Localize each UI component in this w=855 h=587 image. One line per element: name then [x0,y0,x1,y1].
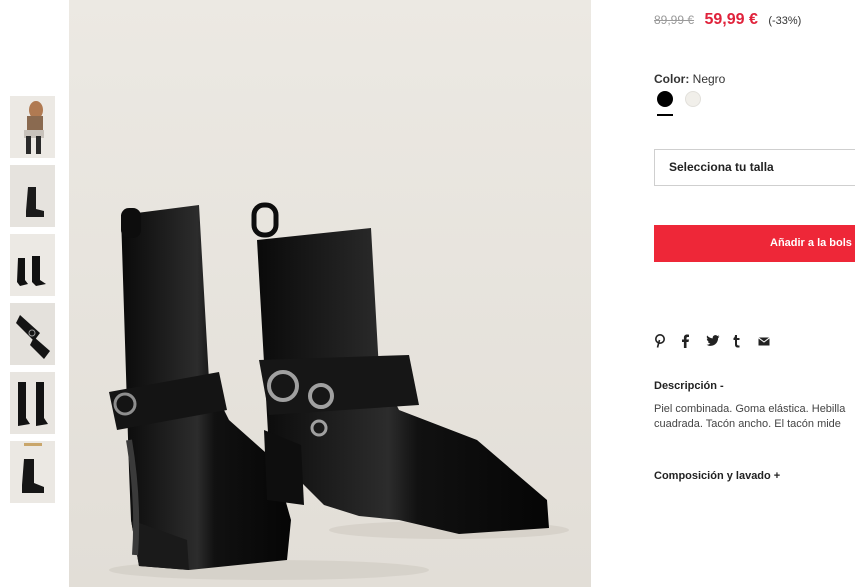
size-select[interactable]: Selecciona tu talla [654,149,855,186]
product-main-image[interactable] [69,0,591,587]
description-line: cuadrada. Tacón ancho. El tacón mide [654,418,841,430]
original-price: 89,99 € [654,13,695,27]
swatch-black[interactable] [657,91,673,107]
discount-badge: (-33%) [768,15,802,27]
thumbnail-pair-back[interactable] [10,372,55,434]
swatch-white[interactable] [685,91,701,107]
thumbnail-model[interactable] [10,96,55,158]
thumbnail-pair-top[interactable] [10,303,55,365]
thumbnail-side-view[interactable] [10,165,55,227]
price-row: 89,99 € 59,99 € (-33%) [654,11,801,29]
facebook-icon[interactable] [680,333,706,349]
sale-price: 59,99 € [704,11,758,28]
thumbnail-single-side[interactable] [10,441,55,503]
share-icons [654,333,784,349]
thumbnail-pair-front[interactable] [10,234,55,296]
pinterest-icon[interactable] [654,333,680,349]
description-toggle[interactable]: Descripción - [654,380,724,392]
description-text: Piel combinada. Goma elástica. Hebilla c… [654,402,855,432]
email-icon[interactable] [758,333,784,349]
description-line: Piel combinada. Goma elástica. Hebilla [654,403,846,415]
selected-swatch-indicator [657,114,673,116]
add-to-bag-label: Añadir a la bols [770,237,852,249]
boots-illustration [69,0,591,587]
color-value: Negro [692,72,726,86]
twitter-icon[interactable] [706,333,732,349]
color-label: Color: [654,72,690,86]
color-label-row: Color: Negro [654,72,725,86]
composition-toggle[interactable]: Composición y lavado + [654,470,780,482]
add-to-bag-button[interactable]: Añadir a la bols [654,225,855,262]
thumbnail-gallery [10,96,55,510]
tumblr-icon[interactable] [732,333,758,349]
